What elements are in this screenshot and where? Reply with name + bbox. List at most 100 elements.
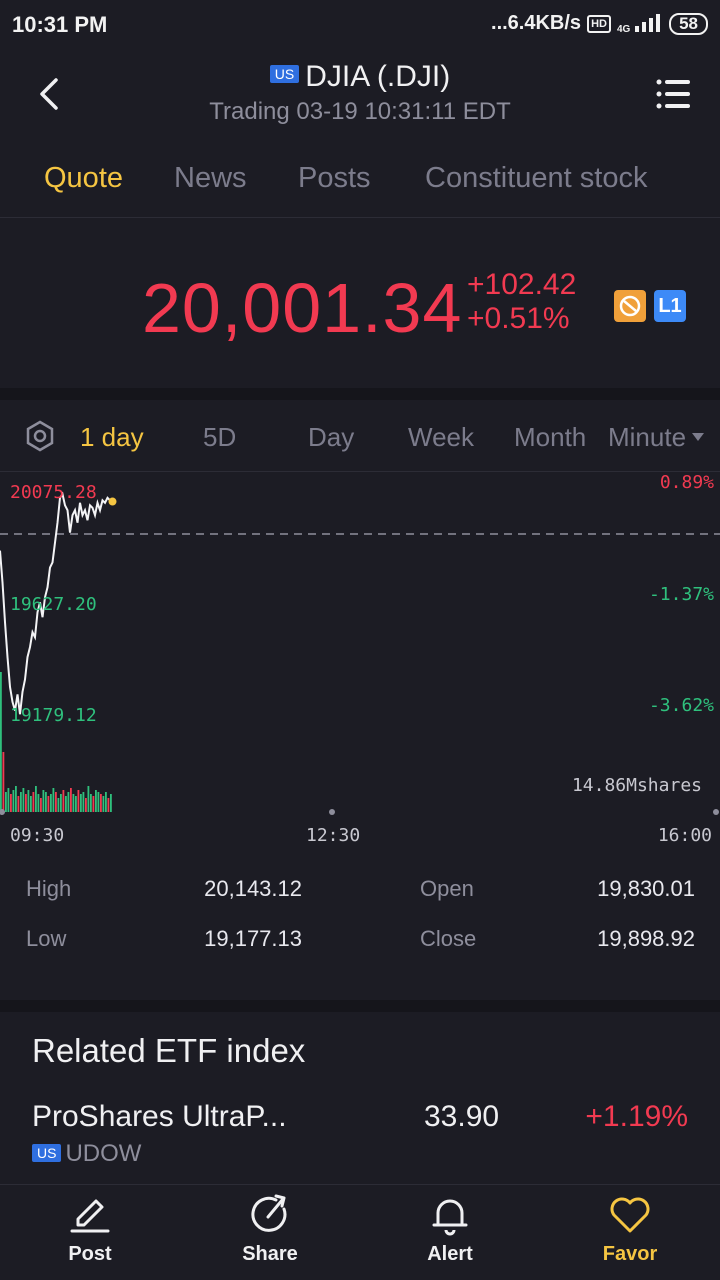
volume-bar bbox=[102, 796, 105, 812]
volume-bar bbox=[50, 794, 52, 812]
x-label-open: 09:30 bbox=[10, 825, 65, 846]
share-icon bbox=[251, 1194, 287, 1232]
tab-constituent-stock[interactable]: Constituent stock bbox=[425, 162, 647, 195]
y-pct-mid: -1.37% bbox=[648, 584, 714, 605]
status-indicators: ...6.4KB/s HD 4G 58 bbox=[491, 12, 708, 35]
change-value: +102.42 bbox=[467, 268, 577, 301]
volume-bar bbox=[75, 796, 77, 812]
volume-bar bbox=[52, 788, 55, 812]
timeline-marker-mid bbox=[329, 809, 335, 815]
etf-code: UDOW bbox=[65, 1140, 142, 1167]
range-day[interactable]: Day bbox=[308, 422, 354, 453]
low-label: Low bbox=[26, 926, 67, 951]
favor-button[interactable]: Favor bbox=[570, 1193, 690, 1266]
tab-quote[interactable]: Quote bbox=[44, 162, 123, 195]
etf-price: 33.90 bbox=[424, 1100, 500, 1133]
tab-news[interactable]: News bbox=[174, 162, 247, 195]
volume-label: 14.86Mshares bbox=[571, 775, 702, 796]
volume-bar bbox=[25, 794, 27, 812]
bottom-nav: Post Share Alert Favor bbox=[0, 1184, 720, 1280]
page-title: US DJIA (.DJI) bbox=[0, 60, 720, 94]
volume-bar bbox=[57, 798, 60, 812]
y-pct-low: -3.62% bbox=[648, 695, 714, 716]
no-entry-icon[interactable] bbox=[614, 290, 646, 322]
share-button[interactable]: Share bbox=[210, 1193, 330, 1266]
etf-ticker: US UDOW bbox=[32, 1140, 141, 1168]
heart-icon bbox=[610, 1197, 650, 1233]
alert-button[interactable]: Alert bbox=[390, 1193, 510, 1266]
share-label: Share bbox=[242, 1243, 298, 1265]
menu-list-icon[interactable] bbox=[656, 78, 690, 110]
header: US DJIA (.DJI) Trading 03-19 10:31:11 EDT bbox=[0, 50, 720, 140]
tab-posts[interactable]: Posts bbox=[298, 162, 371, 195]
x-label-close: 16:00 bbox=[657, 825, 712, 846]
volume-bar bbox=[15, 786, 17, 812]
x-label-mid: 12:30 bbox=[306, 825, 361, 846]
volume-bars bbox=[0, 672, 112, 812]
volume-bar bbox=[87, 786, 90, 812]
related-etf-section: Related ETF index ProShares UltraP... US… bbox=[0, 1012, 720, 1184]
intraday-chart[interactable]: 20075.28 19627.20 19179.12 0.89% -1.37% … bbox=[0, 472, 720, 852]
market-badge: US bbox=[269, 65, 300, 83]
volume-bar bbox=[62, 790, 65, 812]
range-5d[interactable]: 5D bbox=[203, 422, 236, 453]
minute-label: Minute bbox=[608, 422, 687, 452]
volume-bar bbox=[30, 796, 32, 812]
volume-bar bbox=[12, 790, 15, 812]
volume-bar bbox=[35, 786, 37, 812]
close-label: Close bbox=[420, 926, 477, 951]
volume-bar bbox=[32, 792, 35, 812]
volume-bar bbox=[70, 788, 72, 812]
volume-bar bbox=[2, 752, 5, 812]
volume-bar bbox=[97, 792, 100, 812]
high-label: High bbox=[26, 876, 72, 901]
range-week[interactable]: Week bbox=[408, 422, 474, 453]
volume-bar bbox=[92, 796, 95, 812]
bell-icon bbox=[432, 1199, 468, 1236]
volume-bar bbox=[5, 792, 7, 812]
volume-bar bbox=[27, 790, 30, 812]
timeline-marker-end bbox=[713, 809, 719, 815]
battery-icon: 58 bbox=[669, 12, 708, 35]
post-label: Post bbox=[68, 1243, 112, 1265]
volume-bar bbox=[82, 792, 85, 812]
volume-bar bbox=[85, 798, 87, 812]
chart-settings-icon[interactable] bbox=[24, 420, 56, 452]
y-pct-high: 0.89% bbox=[659, 472, 714, 493]
volume-bar bbox=[17, 796, 20, 812]
volume-bar bbox=[105, 792, 107, 812]
section-divider bbox=[0, 388, 720, 400]
section-divider bbox=[0, 1000, 720, 1012]
range-month[interactable]: Month bbox=[514, 422, 586, 453]
high-value: 20,143.12 bbox=[204, 876, 302, 901]
volume-bar bbox=[110, 794, 112, 812]
index-title: DJIA (.DJI) bbox=[305, 60, 451, 93]
alert-label: Alert bbox=[427, 1243, 473, 1265]
volume-bar bbox=[95, 790, 97, 812]
signal-icon: 4G bbox=[617, 12, 663, 35]
hd-icon: HD bbox=[587, 14, 611, 33]
trading-status: Trading 03-19 10:31:11 EDT bbox=[209, 98, 511, 125]
range-minute-dropdown[interactable]: Minute bbox=[608, 422, 705, 453]
network-speed: ...6.4KB/s bbox=[491, 12, 582, 34]
signal-type: 4G bbox=[616, 24, 631, 35]
open-label: Open bbox=[420, 876, 474, 901]
volume-bar bbox=[37, 794, 40, 812]
volume-bar bbox=[55, 792, 57, 812]
post-button[interactable]: Post bbox=[30, 1193, 150, 1266]
y-label-mid: 19627.20 bbox=[10, 594, 97, 615]
y-label-low: 19179.12 bbox=[10, 705, 97, 726]
status-bar: 10:31 PM ...6.4KB/s HD 4G 58 bbox=[0, 0, 720, 50]
range-1-day[interactable]: 1 day bbox=[80, 422, 144, 453]
volume-bar bbox=[42, 790, 45, 812]
volume-bar bbox=[10, 794, 12, 812]
volume-bar bbox=[0, 672, 2, 812]
volume-bar bbox=[20, 792, 22, 812]
level-one-icon[interactable]: L1 bbox=[654, 290, 686, 322]
change-percent: +0.51% bbox=[467, 302, 570, 335]
volume-bar bbox=[67, 792, 70, 812]
low-value: 19,177.13 bbox=[204, 926, 302, 951]
etf-change: +1.19% bbox=[585, 1100, 688, 1133]
etf-name[interactable]: ProShares UltraP... bbox=[32, 1100, 287, 1134]
volume-bar bbox=[107, 798, 110, 812]
